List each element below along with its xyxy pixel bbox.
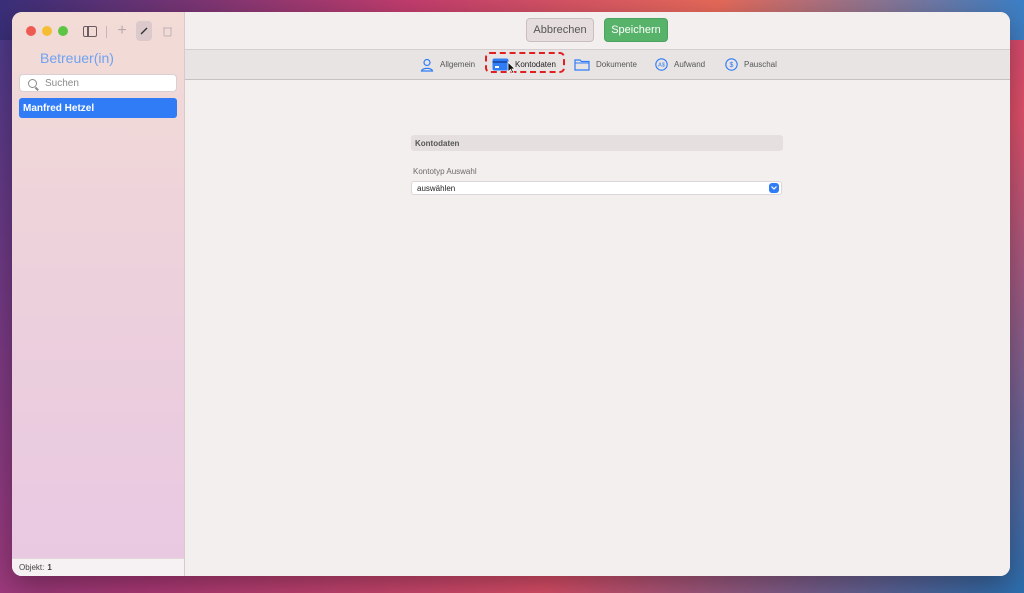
tab-allgemein[interactable]: Allgemein [420,50,475,79]
main-panel: Abbrechen Speichern Allgemein Kontodaten [185,12,1010,576]
dollar-circle-icon: $ [725,58,738,71]
window-controls [26,26,68,36]
trash-icon[interactable] [160,23,174,39]
tab-label: Aufwand [674,60,706,69]
active-tab-highlight [485,52,565,73]
tab-label: Pauschal [744,60,777,69]
toolbar: Abbrechen Speichern [185,12,1010,49]
tab-dokumente[interactable]: Dokumente [574,50,637,79]
tab-bar: Allgemein Kontodaten Dokumente A$ Aufwan… [185,49,1010,80]
list-item-selected[interactable]: Manfred Hetzel [19,98,177,118]
footer-count: 1 [47,563,52,572]
select-value: auswählen [417,183,456,193]
mouse-cursor-icon [507,61,516,74]
search-icon [28,78,37,88]
section-header: Kontodaten [411,135,783,151]
app-window: + Betreuer(in) Suchen Manfred Hetzel Obj… [12,12,1010,576]
form-content: Kontodaten Kontotyp Auswahl auswählen [185,79,1010,576]
svg-text:$: $ [730,62,734,69]
sidebar-footer: Objekt: 1 [12,558,184,576]
sidebar: + Betreuer(in) Suchen Manfred Hetzel Obj… [12,12,185,576]
minimize-window-button[interactable] [42,26,52,36]
folder-icon [574,59,590,71]
edit-pencil-icon[interactable] [136,21,152,41]
cancel-button[interactable]: Abbrechen [526,18,594,42]
tab-label: Allgemein [440,60,476,69]
sidebar-toggle-icon[interactable] [82,23,98,39]
sidebar-title: Betreuer(in) [40,50,114,66]
field-label: Kontotyp Auswahl [413,167,477,176]
kontotyp-select[interactable]: auswählen [411,181,782,195]
close-window-button[interactable] [26,26,36,36]
zoom-window-button[interactable] [58,26,68,36]
footer-label: Objekt: [19,563,45,572]
list-item-label: Manfred Hetzel [23,102,95,114]
chevron-down-icon [769,183,779,193]
add-icon[interactable]: + [115,22,129,39]
tab-label: Dokumente [596,60,637,69]
svg-text:A$: A$ [658,63,665,69]
search-placeholder: Suchen [45,77,79,89]
search-input[interactable]: Suchen [19,74,177,92]
toolbar-divider [106,26,107,38]
person-icon [420,58,434,72]
currency-badge-icon: A$ [655,58,668,71]
tab-pauschal[interactable]: $ Pauschal [725,50,777,79]
tab-aufwand[interactable]: A$ Aufwand [655,50,705,79]
save-button[interactable]: Speichern [604,18,668,42]
